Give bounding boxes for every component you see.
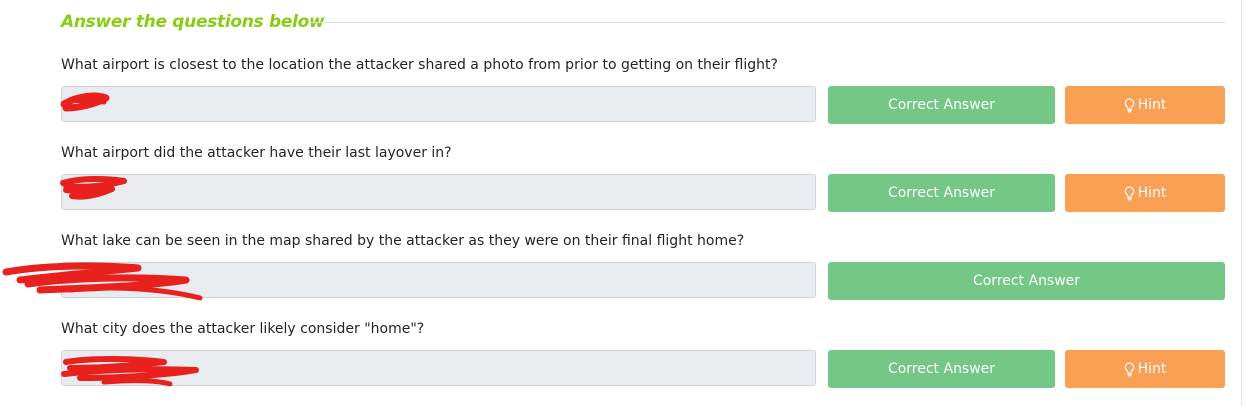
question-3-label: What lake can be seen in the map shared … [61, 233, 745, 249]
lightbulb-icon [1124, 185, 1134, 201]
question-1-label: What airport is closest to the location … [61, 57, 778, 73]
question-3-correct-answer-button[interactable]: Correct Answer [828, 262, 1225, 300]
question-3: What lake can be seen in the map shared … [61, 233, 1225, 313]
lightbulb-icon [1124, 361, 1134, 377]
question-4-hint-label: Hint [1137, 361, 1167, 377]
panel-border [1241, 0, 1242, 406]
question-1-hint-button[interactable]: Hint [1065, 86, 1225, 124]
section-title: Answer the questions below [61, 12, 325, 32]
section-divider [309, 22, 1225, 23]
question-4: What city does the attacker likely consi… [61, 321, 1225, 401]
question-1-correct-answer-button[interactable]: Correct Answer [828, 86, 1055, 124]
lightbulb-icon [1124, 97, 1134, 113]
section-header: Answer the questions below [61, 8, 1225, 38]
question-2-label: What airport did the attacker have their… [61, 145, 452, 161]
question-2-correct-answer-button[interactable]: Correct Answer [828, 174, 1055, 212]
question-2: What airport did the attacker have their… [61, 145, 1225, 225]
question-3-answer-input[interactable] [61, 262, 816, 298]
question-1: What airport is closest to the location … [61, 57, 1225, 137]
question-4-answer-input[interactable] [61, 350, 816, 386]
question-2-hint-label: Hint [1137, 185, 1167, 201]
question-4-correct-answer-button[interactable]: Correct Answer [828, 350, 1055, 388]
question-2-answer-input[interactable] [61, 174, 816, 210]
question-1-answer-input[interactable] [61, 86, 816, 122]
question-1-hint-label: Hint [1137, 97, 1167, 113]
question-4-hint-button[interactable]: Hint [1065, 350, 1225, 388]
question-2-hint-button[interactable]: Hint [1065, 174, 1225, 212]
question-4-label: What city does the attacker likely consi… [61, 321, 425, 337]
